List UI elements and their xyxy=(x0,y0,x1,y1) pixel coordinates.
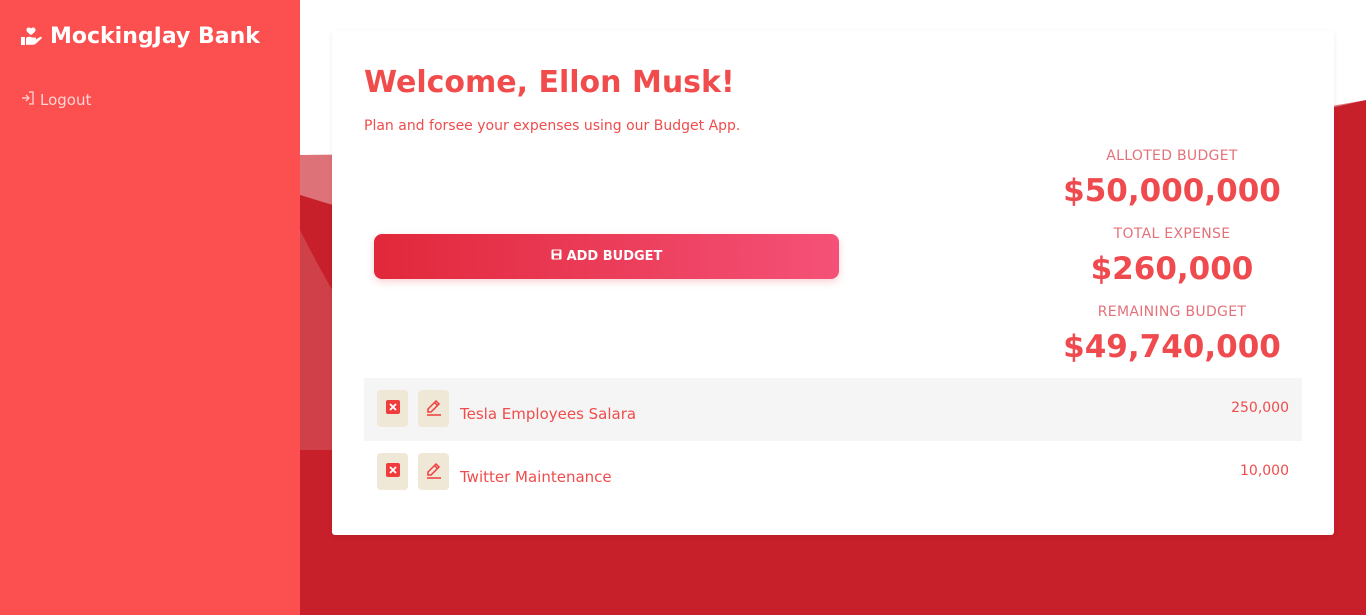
edit-button[interactable] xyxy=(418,390,449,427)
budget-summary: ALLOTED BUDGET $50,000,000 TOTAL EXPENSE… xyxy=(1042,147,1302,381)
expense-name: Twitter Maintenance xyxy=(460,468,612,486)
save-icon xyxy=(551,249,562,264)
expense-name: Tesla Employees Salara xyxy=(460,405,637,423)
edit-button[interactable] xyxy=(418,453,449,490)
expense-amount: 250,000 xyxy=(1231,400,1289,416)
page-title: Welcome, Ellon Musk! xyxy=(364,65,735,100)
hand-heart-icon xyxy=(20,26,42,47)
total-expense-label: TOTAL EXPENSE xyxy=(1113,226,1231,242)
add-budget-label: ADD BUDGET xyxy=(566,249,663,264)
logout-label: Logout xyxy=(40,91,92,109)
remaining-budget-value: $49,740,000 xyxy=(1063,329,1281,365)
delete-button[interactable] xyxy=(377,390,408,427)
brand-name: MockingJay Bank xyxy=(50,24,260,49)
list-item: Twitter Maintenance 10,000 xyxy=(364,441,1302,504)
remaining-budget-label: REMAINING BUDGET xyxy=(1097,304,1247,320)
sign-out-icon xyxy=(20,90,36,110)
list-item: Tesla Employees Salara 250,000 xyxy=(364,378,1302,441)
pencil-icon xyxy=(425,398,443,420)
alloted-budget-label: ALLOTED BUDGET xyxy=(1106,148,1238,164)
delete-button[interactable] xyxy=(377,453,408,490)
close-icon xyxy=(385,399,400,418)
budget-card: Welcome, Ellon Musk! Plan and forsee you… xyxy=(332,31,1334,535)
brand[interactable]: MockingJay Bank xyxy=(20,24,260,49)
sidebar: MockingJay Bank Logout xyxy=(0,0,300,615)
alloted-budget-value: $50,000,000 xyxy=(1063,173,1281,209)
expense-list: Tesla Employees Salara 250,000 Twitter M… xyxy=(364,378,1302,504)
total-expense-value: $260,000 xyxy=(1090,251,1254,287)
logout-link[interactable]: Logout xyxy=(20,90,91,110)
add-budget-button[interactable]: ADD BUDGET xyxy=(374,234,839,279)
page-subtitle: Plan and forsee your expenses using our … xyxy=(364,118,741,134)
expense-amount: 10,000 xyxy=(1240,463,1289,479)
close-icon xyxy=(385,462,400,481)
pencil-icon xyxy=(425,461,443,483)
